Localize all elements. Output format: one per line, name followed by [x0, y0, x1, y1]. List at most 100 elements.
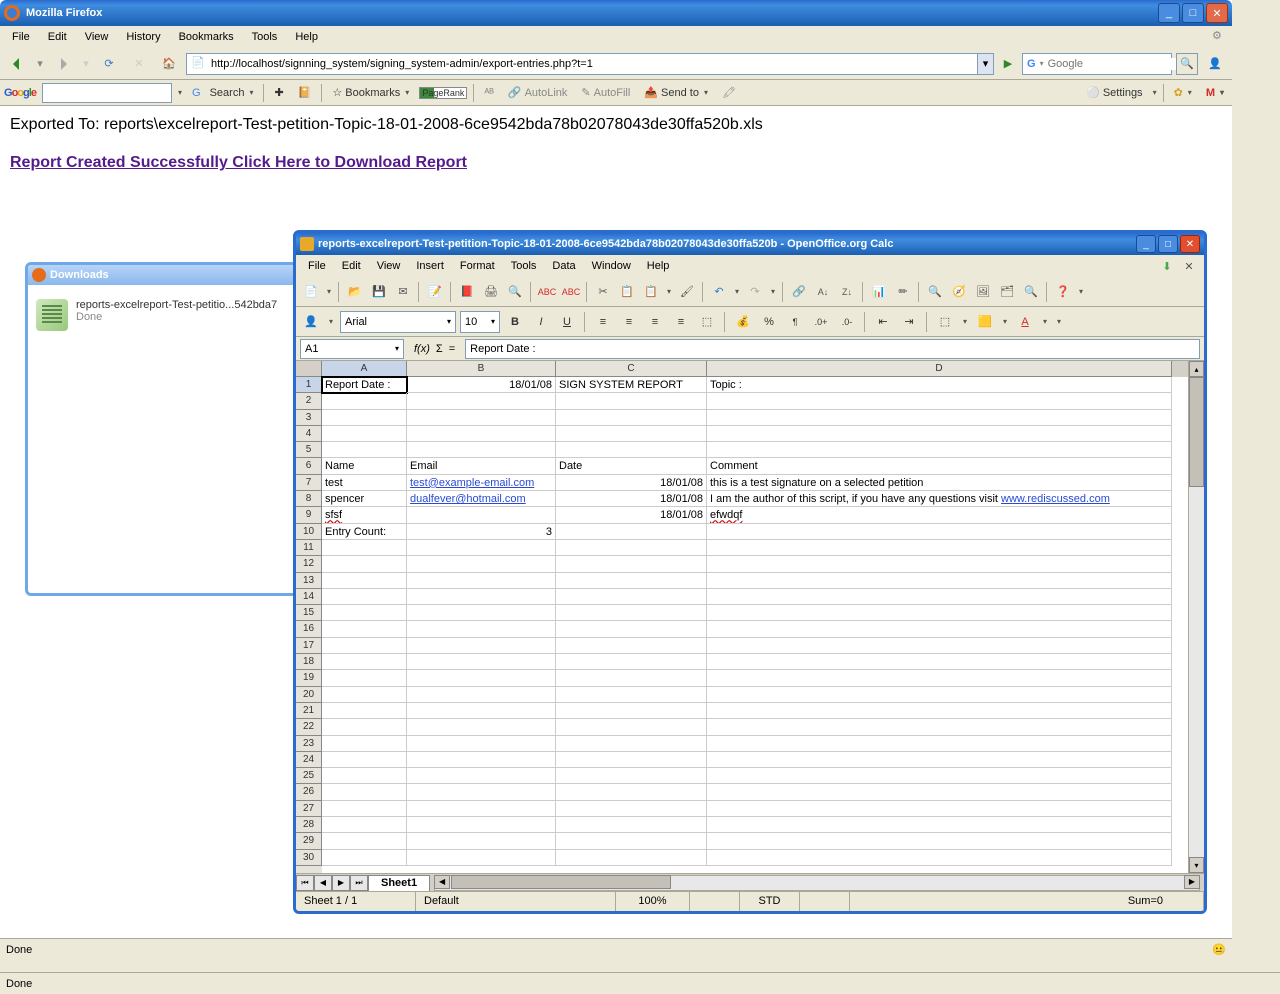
menu-tools[interactable]: Tools: [244, 29, 286, 45]
row-header[interactable]: 4: [296, 426, 322, 442]
cell[interactable]: [707, 621, 1172, 637]
status-insert-mode[interactable]: STD: [740, 892, 800, 911]
google-search-button[interactable]: G Search: [188, 87, 258, 99]
tab-prev-button[interactable]: ◀: [314, 875, 332, 891]
align-center-icon[interactable]: ≡: [618, 311, 640, 333]
function-wizard-icon[interactable]: f(x): [414, 343, 430, 355]
row-header[interactable]: 1: [296, 377, 322, 393]
calc-menu-data[interactable]: Data: [544, 258, 583, 274]
cell[interactable]: [707, 687, 1172, 703]
cell[interactable]: [707, 670, 1172, 686]
sort-desc-icon[interactable]: Z↓: [836, 281, 858, 303]
cell[interactable]: [322, 850, 407, 866]
cell[interactable]: [407, 719, 556, 735]
cell[interactable]: [556, 670, 707, 686]
underline-button[interactable]: U: [556, 311, 578, 333]
fontcolor-icon[interactable]: A: [1014, 311, 1036, 333]
cell[interactable]: [407, 784, 556, 800]
cell[interactable]: [322, 817, 407, 833]
cell[interactable]: [322, 670, 407, 686]
toolbar-options-icon[interactable]: ✿: [1170, 86, 1196, 99]
calc-close-button[interactable]: ✕: [1180, 235, 1200, 253]
cell[interactable]: 18/01/08: [556, 491, 707, 507]
customize-icon[interactable]: ⚙: [1212, 29, 1228, 45]
row-header[interactable]: 17: [296, 638, 322, 654]
cell[interactable]: [322, 801, 407, 817]
borders-icon[interactable]: ⬚: [934, 311, 956, 333]
row-header[interactable]: 22: [296, 719, 322, 735]
cell[interactable]: [407, 621, 556, 637]
cell[interactable]: [707, 784, 1172, 800]
menu-file[interactable]: File: [4, 29, 38, 45]
cell[interactable]: Topic :: [707, 377, 1172, 393]
notebook-icon[interactable]: 📔: [294, 86, 316, 99]
row-header[interactable]: 13: [296, 573, 322, 589]
paste-icon[interactable]: 📋: [640, 281, 662, 303]
url-dropdown[interactable]: ▾: [977, 54, 993, 74]
row-header[interactable]: 27: [296, 801, 322, 817]
row-header[interactable]: 12: [296, 556, 322, 572]
cell[interactable]: [556, 410, 707, 426]
cell[interactable]: [707, 556, 1172, 572]
cell[interactable]: [556, 621, 707, 637]
sendto-button[interactable]: 📤 Send to: [640, 86, 712, 99]
cell[interactable]: [407, 736, 556, 752]
download-report-link[interactable]: Report Created Successfully Click Here t…: [10, 154, 467, 171]
cell[interactable]: [407, 833, 556, 849]
cell[interactable]: [407, 556, 556, 572]
cell[interactable]: [322, 393, 407, 409]
calc-menu-insert[interactable]: Insert: [408, 258, 452, 274]
highlight-icon[interactable]: 🖍: [718, 86, 740, 99]
email-icon[interactable]: ✉: [392, 281, 414, 303]
open-icon[interactable]: 📂: [344, 281, 366, 303]
column-header[interactable]: C: [556, 361, 707, 377]
paste-dropdown[interactable]: ▾: [664, 287, 674, 296]
toolbar-options[interactable]: ▾: [1076, 287, 1086, 296]
menu-history[interactable]: History: [118, 29, 168, 45]
row-header[interactable]: 8: [296, 491, 322, 507]
equals-icon[interactable]: =: [449, 343, 455, 355]
row-header[interactable]: 5: [296, 442, 322, 458]
settings-button[interactable]: ⚪ Settings: [1082, 86, 1146, 99]
spellcheck-icon[interactable]: ᴬᴮ: [480, 87, 498, 99]
sort-asc-icon[interactable]: A↓: [812, 281, 834, 303]
styles-dropdown[interactable]: ▾: [326, 317, 336, 326]
cell[interactable]: [322, 719, 407, 735]
home-button[interactable]: 🏠: [156, 51, 182, 77]
formula-input[interactable]: [465, 339, 1200, 359]
cell[interactable]: [707, 524, 1172, 540]
spreadsheet-grid[interactable]: ABCD 12345678910111213141516171819202122…: [296, 361, 1204, 873]
calc-minimize-button[interactable]: _: [1136, 235, 1156, 253]
go-button[interactable]: ▶: [998, 54, 1018, 74]
scroll-down-button[interactable]: ▾: [1189, 857, 1204, 873]
autolink-button[interactable]: 🔗 AutoLink: [504, 86, 572, 99]
cell[interactable]: [407, 605, 556, 621]
cell[interactable]: this is a test signature on a selected p…: [707, 475, 1172, 491]
row-header[interactable]: 10: [296, 524, 322, 540]
find-icon[interactable]: 🔍: [924, 281, 946, 303]
calc-titlebar[interactable]: reports-excelreport-Test-petition-Topic-…: [296, 233, 1204, 255]
cell[interactable]: [407, 393, 556, 409]
menu-bookmarks[interactable]: Bookmarks: [171, 29, 242, 45]
search-input[interactable]: [1044, 58, 1194, 70]
sum-icon[interactable]: Σ: [436, 343, 443, 355]
cell[interactable]: [407, 687, 556, 703]
cell[interactable]: Entry Count:: [322, 524, 407, 540]
scroll-thumb[interactable]: [1189, 377, 1204, 487]
scroll-left-button[interactable]: ◀: [434, 875, 450, 889]
font-selector[interactable]: Arial▾: [340, 311, 456, 333]
calc-menu-tools[interactable]: Tools: [503, 258, 545, 274]
pagerank-button[interactable]: PageRank: [419, 87, 467, 99]
status-zoom[interactable]: 100%: [616, 892, 690, 911]
add-tab-icon[interactable]: ✚: [270, 86, 287, 99]
autofill-button[interactable]: ✎ AutoFill: [577, 86, 634, 99]
cell-reference[interactable]: A1▾: [300, 339, 404, 359]
cell[interactable]: [556, 589, 707, 605]
firefox-titlebar[interactable]: Mozilla Firefox _ □ ✕: [0, 0, 1232, 26]
row-header[interactable]: 7: [296, 475, 322, 491]
cell[interactable]: [556, 442, 707, 458]
cell[interactable]: test@example-email.com: [407, 475, 556, 491]
column-headers[interactable]: ABCD: [322, 361, 1188, 377]
cell[interactable]: [556, 426, 707, 442]
row-header[interactable]: 28: [296, 817, 322, 833]
